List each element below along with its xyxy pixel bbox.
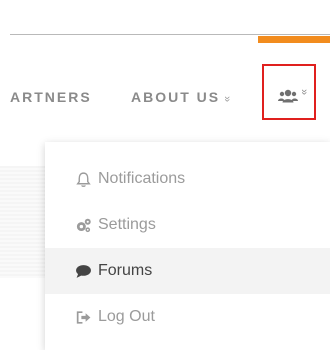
gears-icon xyxy=(76,218,91,232)
menu-item-label: Notifications xyxy=(98,170,186,187)
nav-item-partners-label: ARTNERS xyxy=(10,89,92,105)
menu-item-label: Forums xyxy=(98,262,153,279)
bell-icon xyxy=(76,171,91,187)
menu-item-settings[interactable]: Settings xyxy=(45,202,330,248)
comment-icon xyxy=(76,264,91,278)
menu-item-log-out[interactable]: Log Out xyxy=(45,294,330,340)
header-divider xyxy=(10,34,330,35)
nav-item-about-us[interactable]: ABOUT US» xyxy=(131,86,233,108)
background-panel xyxy=(0,166,45,278)
nav-item-about-us-label: ABOUT US xyxy=(131,89,221,105)
menu-item-label: Settings xyxy=(98,216,156,233)
users-icon xyxy=(278,89,298,103)
chevron-down-icon: » xyxy=(298,88,311,96)
sign-out-icon xyxy=(76,310,91,324)
user-dropdown-menu: Notifications Settings Forums Log Out xyxy=(45,142,330,350)
menu-item-label: Log Out xyxy=(98,308,155,325)
active-accent-bar xyxy=(258,36,330,43)
nav-item-partners[interactable]: ARTNERS xyxy=(10,86,92,108)
menu-item-forums[interactable]: Forums xyxy=(45,248,330,294)
user-menu-button[interactable]: » xyxy=(262,64,316,120)
chevron-down-icon: » xyxy=(221,95,234,103)
menu-item-notifications[interactable]: Notifications xyxy=(45,156,330,202)
